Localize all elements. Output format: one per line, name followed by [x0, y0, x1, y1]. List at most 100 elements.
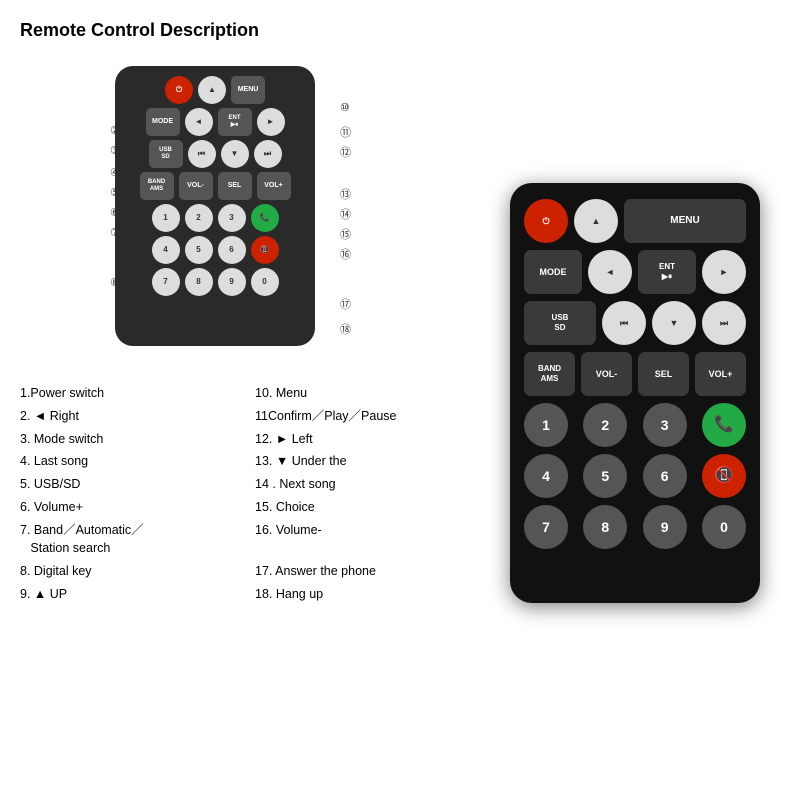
desc-13: 13. ▼ Under the [255, 452, 470, 471]
diag-3-btn[interactable]: 3 [218, 204, 246, 232]
diag-9-btn[interactable]: 9 [218, 268, 246, 296]
diag-left-arr-btn[interactable]: ◄ [185, 108, 213, 136]
diag-4-btn[interactable]: 4 [152, 236, 180, 264]
diag-8-btn[interactable]: 8 [185, 268, 213, 296]
diag-usb-btn[interactable]: USBSD [149, 140, 183, 168]
diag-hangup-btn[interactable]: 📵 [251, 236, 279, 264]
real-0-btn[interactable]: 0 [702, 505, 746, 549]
real-mode-btn[interactable]: MODE [524, 250, 582, 294]
diag-5-btn[interactable]: 5 [185, 236, 213, 264]
left-panel: Remote Control Description ① ② ③ ④ ⑤ ⑥ ⑦… [20, 20, 470, 766]
diag-row-2: MODE ◄ ENT▶⏸ ► [125, 108, 305, 136]
desc-5: 5. USB/SD [20, 475, 235, 494]
diag-row-4: BANDAMS VOL- SEL VOL+ [125, 172, 305, 200]
real-hangup-btn[interactable]: 📵 [702, 454, 746, 498]
real-8-btn[interactable]: 8 [583, 505, 627, 549]
desc-10: 10. Menu [255, 384, 470, 403]
desc-15: 15. Choice [255, 498, 470, 517]
diag-1-btn[interactable]: 1 [152, 204, 180, 232]
diag-0-btn[interactable]: 0 [251, 268, 279, 296]
right-panel: ⏻ ▲ MENU MODE ◄ ENT▶⏸ ► USBSD ⏮ ▼ ⏭ BAND… [490, 20, 780, 766]
desc-8: 8. Digital key [20, 562, 235, 581]
diag-next-btn[interactable]: ⏭ [254, 140, 282, 168]
desc-2: 2. ◄ Right [20, 407, 235, 426]
diag-answer-btn[interactable]: 📞 [251, 204, 279, 232]
real-row-1: ⏻ ▲ MENU [524, 199, 746, 243]
diag-menu-btn[interactable]: MENU [231, 76, 265, 104]
diag-row-6: 4 5 6 📵 [125, 236, 305, 264]
diag-down-btn[interactable]: ▼ [221, 140, 249, 168]
real-row-4: BANDAMS VOL- SEL VOL+ [524, 352, 746, 396]
desc-17: 17. Answer the phone [255, 562, 470, 581]
label-14: ⑭ [340, 206, 351, 222]
desc-18: 18. Hang up [255, 585, 470, 604]
real-2-btn[interactable]: 2 [583, 403, 627, 447]
diag-prev-btn[interactable]: ⏮ [188, 140, 216, 168]
diag-row-5: 1 2 3 📞 [125, 204, 305, 232]
remote-real: ⏻ ▲ MENU MODE ◄ ENT▶⏸ ► USBSD ⏮ ▼ ⏭ BAND… [510, 183, 760, 603]
diag-sel-btn[interactable]: SEL [218, 172, 252, 200]
desc-14: 14 . Next song [255, 475, 470, 494]
desc-7: 7. Band／Automatic／ Station search [20, 521, 235, 559]
real-6-btn[interactable]: 6 [643, 454, 687, 498]
desc-9: 9. ▲ UP [20, 585, 235, 604]
real-row-2: MODE ◄ ENT▶⏸ ► [524, 250, 746, 294]
diagram-area: ① ② ③ ④ ⑤ ⑥ ⑦ ⑧ ⑨ ⑩ ⑪ ⑫ ⑬ ⑭ ⑮ ⑯ ⑰ ⑱ ⏻ ▲ [55, 56, 435, 366]
diag-ent-btn[interactable]: ENT▶⏸ [218, 108, 252, 136]
label-12: ⑫ [340, 144, 351, 160]
desc-12: 12. ► Left [255, 430, 470, 449]
real-usb-btn[interactable]: USBSD [524, 301, 596, 345]
diag-volplus-btn[interactable]: VOL+ [257, 172, 291, 200]
real-5-btn[interactable]: 5 [583, 454, 627, 498]
real-1-btn[interactable]: 1 [524, 403, 568, 447]
label-11: ⑪ [340, 124, 351, 140]
real-menu-btn[interactable]: MENU [624, 199, 746, 243]
label-17: ⑰ [340, 296, 351, 312]
real-answer-btn[interactable]: 📞 [702, 403, 746, 447]
label-15: ⑮ [340, 226, 351, 242]
desc-4: 4. Last song [20, 452, 235, 471]
label-10: ⑩ [340, 101, 350, 114]
real-prev-btn[interactable]: ⏮ [602, 301, 646, 345]
diag-volminus-btn[interactable]: VOL- [179, 172, 213, 200]
label-18: ⑱ [340, 321, 351, 337]
real-down-btn[interactable]: ▼ [652, 301, 696, 345]
diag-up-btn[interactable]: ▲ [198, 76, 226, 104]
real-power-btn[interactable]: ⏻ [524, 199, 568, 243]
diag-row-7: 7 8 9 0 [125, 268, 305, 296]
real-right-btn[interactable]: ► [702, 250, 746, 294]
real-volplus-btn[interactable]: VOL+ [695, 352, 746, 396]
real-left-btn[interactable]: ◄ [588, 250, 632, 294]
label-16: ⑯ [340, 246, 351, 262]
real-band-btn[interactable]: BANDAMS [524, 352, 575, 396]
diag-row-1: ⏻ ▲ MENU [125, 76, 305, 104]
desc-1: 1.Power switch [20, 384, 235, 403]
desc-3: 3. Mode switch [20, 430, 235, 449]
descriptions: 1.Power switch 10. Menu 2. ◄ Right 11Con… [20, 384, 470, 604]
real-volminus-btn[interactable]: VOL- [581, 352, 632, 396]
real-row-6: 4 5 6 📵 [524, 454, 746, 498]
page: Remote Control Description ① ② ③ ④ ⑤ ⑥ ⑦… [0, 0, 800, 786]
diag-band-btn[interactable]: BANDAMS [140, 172, 174, 200]
real-ent-btn[interactable]: ENT▶⏸ [638, 250, 696, 294]
real-3-btn[interactable]: 3 [643, 403, 687, 447]
diag-6-btn[interactable]: 6 [218, 236, 246, 264]
real-4-btn[interactable]: 4 [524, 454, 568, 498]
diag-7-btn[interactable]: 7 [152, 268, 180, 296]
desc-11: 11Confirm／Play／Pause [255, 407, 470, 426]
real-up-btn[interactable]: ▲ [574, 199, 618, 243]
desc-6: 6. Volume+ [20, 498, 235, 517]
diag-row-3: USBSD ⏮ ▼ ⏭ [125, 140, 305, 168]
page-title: Remote Control Description [20, 20, 470, 41]
real-next-btn[interactable]: ⏭ [702, 301, 746, 345]
diag-mode-btn[interactable]: MODE [146, 108, 180, 136]
label-13: ⑬ [340, 186, 351, 202]
real-9-btn[interactable]: 9 [643, 505, 687, 549]
diag-2-btn[interactable]: 2 [185, 204, 213, 232]
real-sel-btn[interactable]: SEL [638, 352, 689, 396]
diag-power-btn[interactable]: ⏻ [165, 76, 193, 104]
real-7-btn[interactable]: 7 [524, 505, 568, 549]
real-row-3: USBSD ⏮ ▼ ⏭ [524, 301, 746, 345]
diag-right-arr-btn[interactable]: ► [257, 108, 285, 136]
desc-16: 16. Volume- [255, 521, 470, 559]
